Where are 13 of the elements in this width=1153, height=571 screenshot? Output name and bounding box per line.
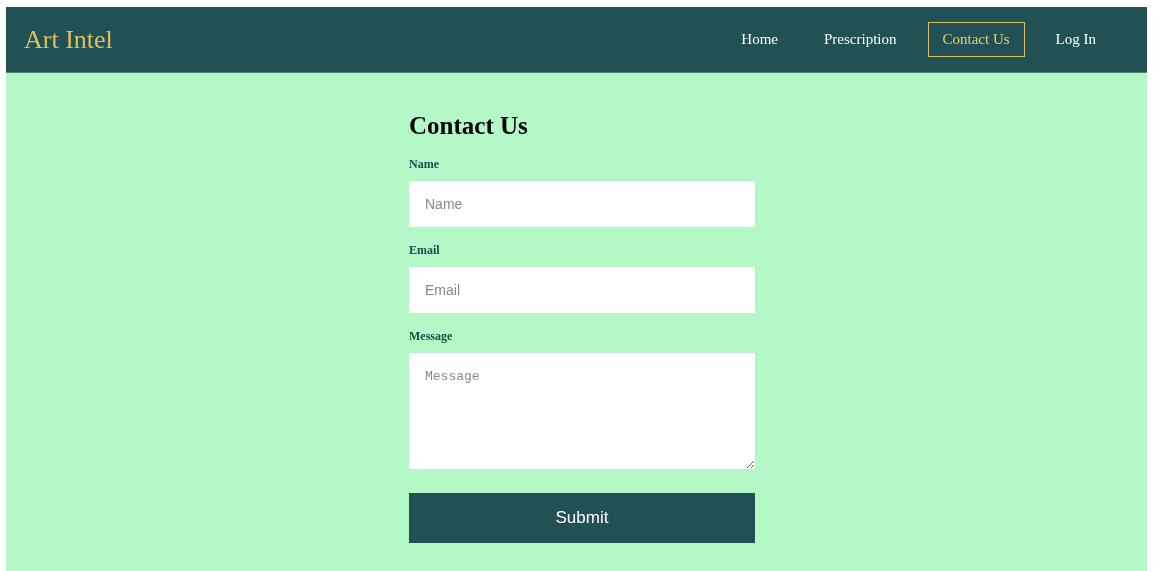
page-heading: Contact Us	[409, 111, 529, 141]
input-field[interactable]: Name	[409, 181, 755, 227]
submit-button[interactable]: Submit	[409, 493, 755, 543]
nav-link[interactable]: Home	[726, 22, 793, 57]
brand-logo[interactable]: Art Intel	[24, 20, 113, 59]
field-label: Message	[409, 328, 454, 345]
message-field[interactable]: Message	[409, 353, 755, 469]
nav-link[interactable]: Log In	[1040, 22, 1111, 57]
nav-link[interactable]: Prescription	[809, 22, 912, 57]
nav-link[interactable]: Contact Us	[927, 22, 1025, 57]
input-field[interactable]: Email	[409, 267, 755, 313]
field-label: Email	[409, 242, 441, 259]
field-label: Name	[409, 156, 440, 173]
